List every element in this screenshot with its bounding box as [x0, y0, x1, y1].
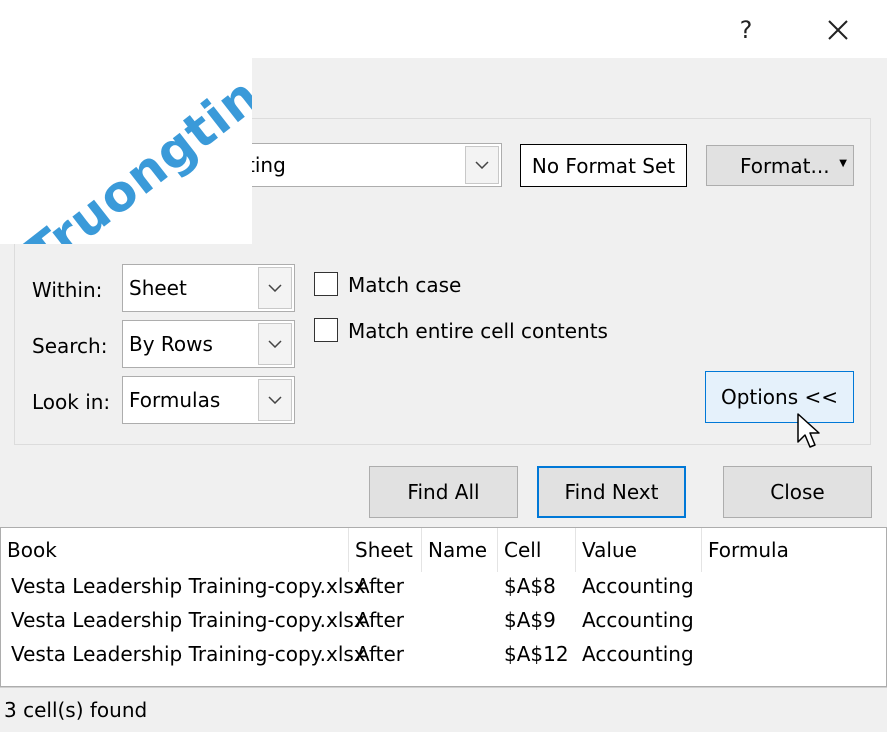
column-header-value[interactable]: Value — [576, 528, 702, 572]
within-select[interactable]: Sheet — [122, 264, 295, 312]
chevron-down-icon[interactable] — [258, 379, 292, 421]
cell-formula — [702, 603, 708, 637]
find-all-button[interactable]: Find All — [369, 466, 518, 518]
cell-value: Accounting — [582, 608, 694, 632]
find-next-button[interactable]: Find Next — [537, 466, 686, 518]
look-in-label: Look in: — [32, 390, 111, 414]
cell-book: Vesta Leadership Training-copy.xlsx — [11, 574, 366, 598]
cell-address: $A$12 — [504, 642, 569, 666]
find-what-combo[interactable]: ting — [236, 143, 502, 187]
status-bar: 3 cell(s) found — [0, 687, 887, 727]
watermark-text: Truongtin.top — [14, 0, 252, 244]
column-header-name[interactable]: Name — [422, 528, 498, 572]
watermark-logo: Truongtin.top — [0, 0, 252, 244]
format-button-label: Format... — [740, 153, 830, 178]
cell-sheet: After — [356, 608, 405, 632]
cell-formula — [702, 637, 708, 671]
match-entire-checkbox[interactable] — [314, 318, 338, 342]
table-row[interactable]: Vesta Leadership Training-copy.xlsx Afte… — [1, 603, 886, 637]
search-select[interactable]: By Rows — [122, 320, 295, 368]
cell-address: $A$8 — [504, 574, 556, 598]
column-header-formula[interactable]: Formula — [702, 528, 886, 572]
match-entire-label: Match entire cell contents — [348, 319, 608, 343]
mouse-cursor-icon — [796, 412, 822, 452]
search-value: By Rows — [129, 332, 213, 356]
options-toggle-button[interactable]: Options << — [705, 371, 854, 423]
column-header-sheet[interactable]: Sheet — [349, 528, 422, 572]
cell-sheet: After — [356, 642, 405, 666]
cell-value: Accounting — [582, 642, 694, 666]
chevron-down-icon[interactable] — [258, 267, 292, 309]
cell-name — [423, 603, 429, 637]
results-list[interactable]: Book Sheet Name Cell Value Formula Vesta… — [0, 527, 887, 687]
cell-address: $A$9 — [504, 608, 556, 632]
close-button[interactable]: Close — [723, 466, 872, 518]
within-value: Sheet — [129, 276, 187, 300]
cell-value: Accounting — [582, 574, 694, 598]
format-preview: No Format Set — [520, 144, 687, 187]
close-icon[interactable] — [818, 12, 858, 48]
look-in-select[interactable]: Formulas — [122, 376, 295, 424]
cell-book: Vesta Leadership Training-copy.xlsx — [11, 608, 366, 632]
match-case-checkbox[interactable] — [314, 272, 338, 296]
cell-formula — [702, 569, 708, 603]
cell-sheet: After — [356, 574, 405, 598]
chevron-down-icon[interactable] — [465, 146, 499, 184]
find-what-value: ting — [247, 153, 286, 177]
help-button[interactable]: ? — [726, 12, 766, 48]
column-header-cell[interactable]: Cell — [498, 528, 576, 572]
search-label: Search: — [32, 334, 108, 358]
within-label: Within: — [32, 278, 103, 302]
chevron-down-icon[interactable] — [258, 323, 292, 365]
dropdown-arrow-icon: ▼ — [839, 158, 847, 169]
table-row[interactable]: Vesta Leadership Training-copy.xlsx Afte… — [1, 637, 886, 671]
column-header-book[interactable]: Book — [1, 528, 349, 572]
cell-name — [423, 569, 429, 603]
format-button[interactable]: Format... ▼ — [706, 145, 854, 186]
cell-book: Vesta Leadership Training-copy.xlsx — [11, 642, 366, 666]
match-case-label: Match case — [348, 273, 462, 297]
table-row[interactable]: Vesta Leadership Training-copy.xlsx Afte… — [1, 569, 886, 603]
look-in-value: Formulas — [129, 388, 221, 412]
cell-name — [423, 637, 429, 671]
